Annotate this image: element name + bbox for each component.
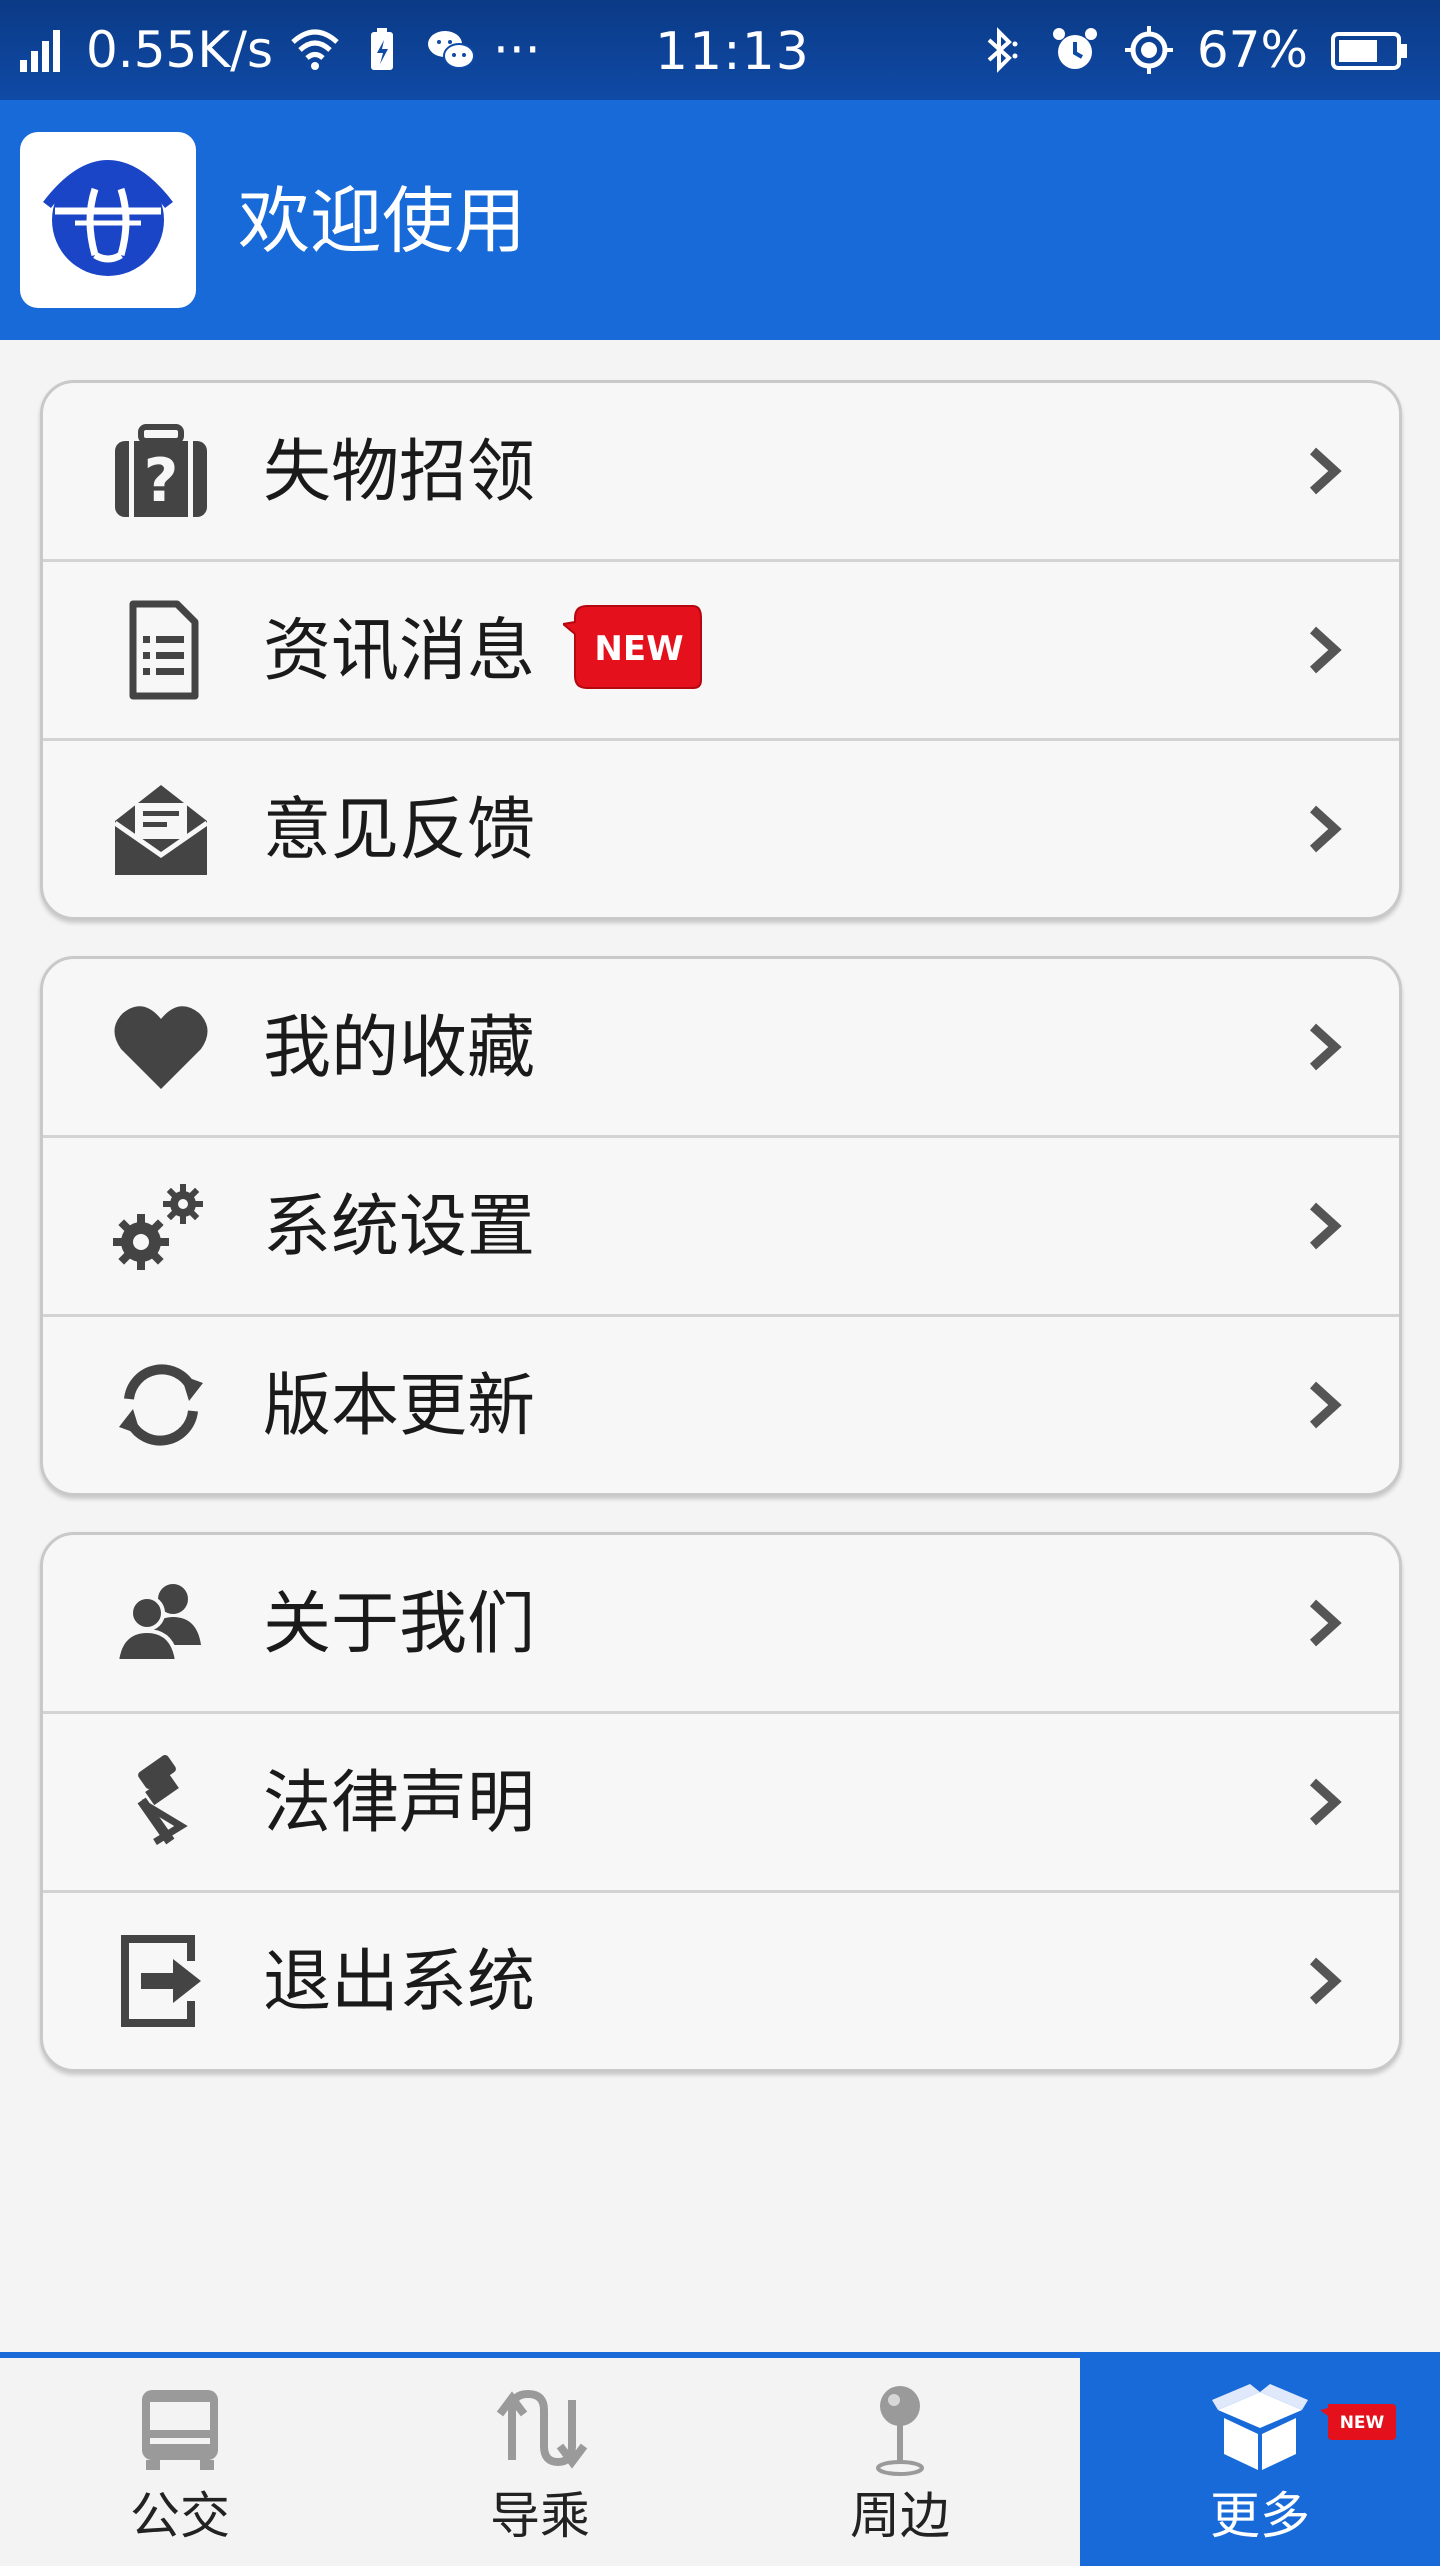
bus-icon: [130, 2378, 230, 2478]
menu-item-news[interactable]: 资讯消息 NEW: [43, 559, 1399, 738]
battery-icon: [1331, 32, 1407, 70]
tab-label: 公交: [130, 2487, 230, 2545]
location-icon: [1124, 26, 1173, 74]
feedback-envelope-icon: [111, 779, 211, 879]
bluetooth-icon: [987, 27, 1018, 73]
menu-item-label: 系统设置: [263, 1188, 536, 1267]
new-badge-text: NEW: [594, 629, 683, 669]
menu-item-label: 版本更新: [263, 1367, 536, 1446]
menu-item-about[interactable]: 关于我们: [43, 1535, 1399, 1711]
menu-item-label: 资讯消息: [263, 612, 536, 691]
menu-item-label: 我的收藏: [263, 1009, 536, 1088]
more-notifications: ···: [493, 21, 541, 79]
chevron-right-icon: [1309, 1957, 1342, 2005]
route-icon: [490, 2378, 590, 2478]
lost-luggage-icon: ?: [111, 421, 211, 521]
menu-item-lost-and-found[interactable]: ? 失物招领: [43, 383, 1399, 559]
menu-item-label: 法律声明: [263, 1764, 536, 1843]
menu-group-3: 关于我们 法律声明 退出系统: [40, 1532, 1402, 2072]
app-logo: [20, 132, 196, 308]
new-badge: NEW: [1320, 2404, 1396, 2440]
pin-icon: [850, 2378, 950, 2478]
heart-icon: [111, 997, 211, 1097]
menu-item-label: 退出系统: [263, 1943, 536, 2022]
users-icon: [111, 1573, 211, 1673]
battery-saver-icon: [371, 28, 394, 70]
menu-item-feedback[interactable]: 意见反馈: [43, 738, 1399, 917]
menu-group-1: ? 失物招领 资讯消息 NEW 意见反馈: [40, 380, 1402, 920]
logo-emblem-icon: [43, 160, 173, 276]
refresh-icon: [111, 1355, 211, 1455]
tab-nearby[interactable]: 周边: [720, 2358, 1080, 2566]
tab-guide[interactable]: 导乘: [360, 2358, 720, 2566]
chevron-right-icon: [1309, 1599, 1342, 1647]
menu-item-label: 失物招领: [263, 433, 536, 512]
chevron-right-icon: [1309, 1023, 1342, 1071]
chevron-right-icon: [1309, 805, 1342, 853]
menu-group-2: 我的收藏 系统设置 版本更新: [40, 956, 1402, 1496]
app-header: 欢迎使用: [0, 100, 1440, 340]
menu-item-settings[interactable]: 系统设置: [43, 1135, 1399, 1314]
new-badge: NEW: [563, 605, 702, 689]
gears-icon: [111, 1176, 211, 1276]
menu-item-label: 意见反馈: [263, 791, 536, 870]
alarm-icon: [1052, 28, 1097, 69]
logout-icon: [111, 1931, 211, 2031]
signal-icon: [20, 30, 60, 72]
network-speed: 0.55K/s: [86, 21, 274, 79]
bottom-tab-bar: 公交 导乘 周边 NEW 更多: [0, 2352, 1440, 2566]
tab-label: 周边: [850, 2487, 950, 2545]
chevron-right-icon: [1309, 626, 1342, 674]
menu-item-legal[interactable]: 法律声明: [43, 1711, 1399, 1890]
tab-label: 导乘: [490, 2487, 590, 2545]
new-badge-text: NEW: [1340, 2413, 1385, 2433]
news-document-icon: [111, 600, 211, 700]
chevron-right-icon: [1309, 1202, 1342, 1250]
clock: 11:13: [655, 22, 810, 82]
tab-bus[interactable]: 公交: [0, 2358, 360, 2566]
chevron-right-icon: [1309, 447, 1342, 495]
wifi-icon: [291, 29, 339, 70]
box-icon: [1210, 2378, 1310, 2478]
gavel-icon: [111, 1752, 211, 1852]
chevron-right-icon: [1309, 1778, 1342, 1826]
menu-item-logout[interactable]: 退出系统: [43, 1890, 1399, 2069]
page-title: 欢迎使用: [238, 179, 527, 263]
menu-item-favorites[interactable]: 我的收藏: [43, 959, 1399, 1135]
wechat-icon: [428, 31, 476, 69]
status-bar: 0.55K/s ··· 11:13 67%: [0, 0, 1440, 100]
menu-item-label: 关于我们: [263, 1585, 536, 1664]
chevron-right-icon: [1309, 1381, 1342, 1429]
tab-label: 更多: [1210, 2487, 1310, 2545]
svg-text:?: ?: [144, 446, 179, 516]
tab-more[interactable]: NEW 更多: [1080, 2358, 1440, 2566]
menu-item-update[interactable]: 版本更新: [43, 1314, 1399, 1493]
battery-percent: 67%: [1196, 21, 1308, 79]
